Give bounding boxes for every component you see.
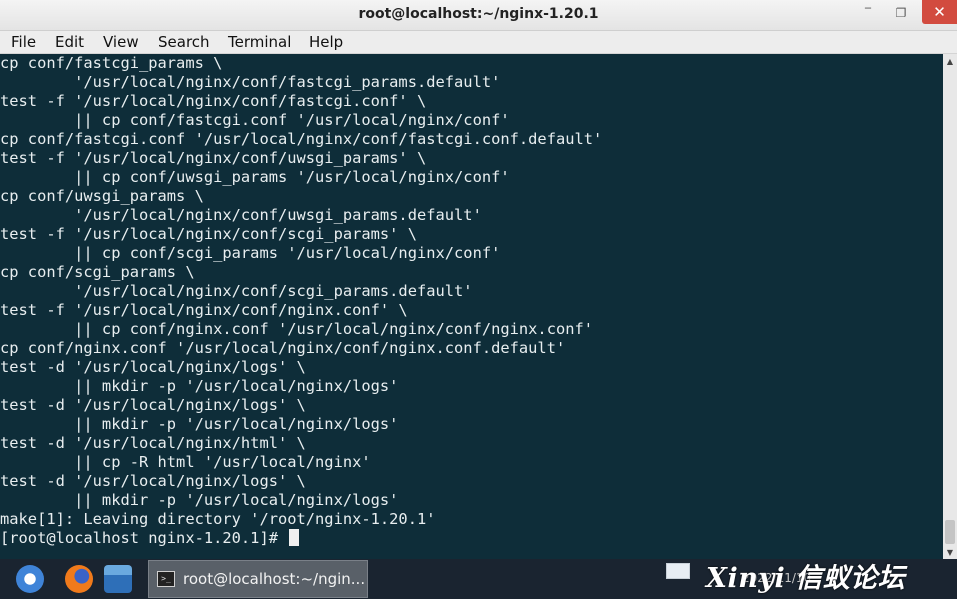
window-title: root@localhost:~/nginx-1.20.1	[358, 6, 599, 22]
terminal-line: test -f '/usr/local/nginx/conf/uwsgi_par…	[0, 149, 427, 167]
terminal-icon: >_	[157, 571, 175, 587]
terminal-line: || cp conf/fastcgi.conf '/usr/local/ngin…	[0, 111, 510, 129]
menu-view[interactable]: View	[103, 33, 139, 51]
terminal-line: || cp conf/scgi_params '/usr/local/nginx…	[0, 244, 501, 262]
terminal-line: '/usr/local/nginx/conf/fastcgi_params.de…	[0, 73, 501, 91]
terminal-line: test -d '/usr/local/nginx/html' \	[0, 434, 306, 452]
watermark-text: Xinyi 信蚁论坛	[706, 563, 906, 594]
terminal-line: || cp conf/nginx.conf '/usr/local/nginx/…	[0, 320, 594, 338]
scroll-up-arrow-icon[interactable]: ▲	[943, 54, 957, 68]
deepin-start-icon[interactable]	[16, 565, 44, 593]
scroll-down-arrow-icon[interactable]: ▼	[943, 545, 957, 559]
window-titlebar[interactable]: root@localhost:~/nginx-1.20.1 ‾ ❐ ✕	[0, 0, 957, 31]
menu-search[interactable]: Search	[158, 33, 210, 51]
show-desktop-icon[interactable]	[666, 563, 690, 579]
terminal-line: cp conf/uwsgi_params \	[0, 187, 204, 205]
terminal-output[interactable]: cp conf/fastcgi_params \ '/usr/local/ngi…	[0, 54, 943, 559]
terminal-line: '/usr/local/nginx/conf/uwsgi_params.defa…	[0, 206, 482, 224]
terminal-line: cp conf/fastcgi.conf '/usr/local/nginx/c…	[0, 130, 603, 148]
terminal-line: test -d '/usr/local/nginx/logs' \	[0, 472, 306, 490]
shell-prompt: [root@localhost nginx-1.20.1]#	[0, 529, 288, 547]
terminal-line: test -d '/usr/local/nginx/logs' \	[0, 358, 306, 376]
terminal-prompt-line[interactable]: [root@localhost nginx-1.20.1]#	[0, 529, 943, 548]
terminal-line: test -f '/usr/local/nginx/conf/fastcgi.c…	[0, 92, 427, 110]
terminal-line: cp conf/fastcgi_params \	[0, 54, 223, 72]
menu-terminal[interactable]: Terminal	[228, 33, 291, 51]
terminal-line: || cp conf/uwsgi_params '/usr/local/ngin…	[0, 168, 510, 186]
terminal-line: || mkdir -p '/usr/local/nginx/logs'	[0, 491, 399, 509]
file-manager-icon[interactable]	[104, 565, 132, 593]
menu-edit[interactable]: Edit	[55, 33, 84, 51]
terminal-line: cp conf/nginx.conf '/usr/local/nginx/con…	[0, 339, 566, 357]
text-cursor	[289, 529, 300, 546]
menu-help[interactable]: Help	[309, 33, 343, 51]
terminal-line: make[1]: Leaving directory '/root/nginx-…	[0, 510, 436, 528]
terminal-line: test -d '/usr/local/nginx/logs' \	[0, 396, 306, 414]
menubar: File Edit View Search Terminal Help	[0, 31, 957, 54]
terminal-line: || cp -R html '/usr/local/nginx'	[0, 453, 371, 471]
taskbar-terminal-task[interactable]: >_ root@localhost:~/ngin...	[148, 560, 368, 598]
vertical-scrollbar[interactable]: ▲ ▼	[943, 54, 957, 559]
maximize-button[interactable]: ❐	[890, 3, 912, 23]
menu-file[interactable]: File	[11, 33, 36, 51]
close-button[interactable]: ✕	[922, 0, 957, 24]
terminal-line: cp conf/scgi_params \	[0, 263, 195, 281]
scrollbar-thumb[interactable]	[945, 520, 955, 544]
minimize-button[interactable]: ‾	[857, 3, 879, 23]
firefox-icon[interactable]	[65, 565, 93, 593]
taskbar-task-label: root@localhost:~/ngin...	[183, 570, 366, 588]
terminal-line: || mkdir -p '/usr/local/nginx/logs'	[0, 377, 399, 395]
terminal-line: test -f '/usr/local/nginx/conf/nginx.con…	[0, 301, 408, 319]
terminal-line: '/usr/local/nginx/conf/scgi_params.defau…	[0, 282, 473, 300]
terminal-line: || mkdir -p '/usr/local/nginx/logs'	[0, 415, 399, 433]
terminal-line: test -f '/usr/local/nginx/conf/scgi_para…	[0, 225, 417, 243]
